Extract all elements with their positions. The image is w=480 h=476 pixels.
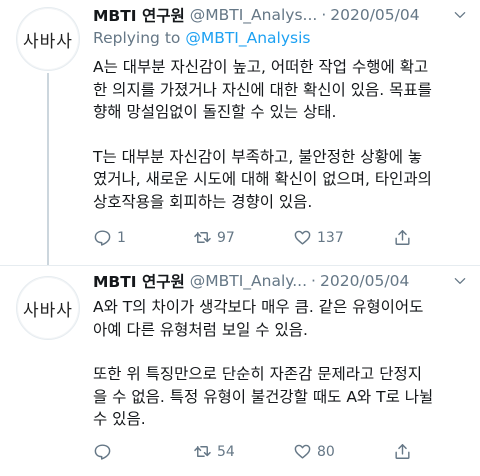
share-button[interactable] <box>393 442 417 461</box>
tweet-header: MBTI 연구원 @MBTI_Analy... · 2020/05/04 <box>93 269 468 293</box>
reply-button[interactable]: 1 <box>93 228 193 247</box>
tweet-header: MBTI 연구원 @MBTI_Analys... · 2020/05/04 <box>93 3 468 27</box>
avatar[interactable]: 사바사 <box>16 7 80 71</box>
retweet-count: 97 <box>217 229 235 246</box>
share-icon <box>395 444 410 459</box>
retweet-icon <box>194 446 211 457</box>
tweet-actions: 54 80 <box>93 442 453 461</box>
reply-icon <box>94 444 111 460</box>
heart-icon <box>294 444 311 459</box>
reply-button[interactable] <box>93 442 193 461</box>
like-button[interactable]: 80 <box>293 442 393 461</box>
tweet-date[interactable]: 2020/05/04 <box>320 272 409 290</box>
tweet-paragraph: A는 대부분 자신감이 높고, 어떠한 작업 수행에 확고 한 의지를 가졌거나… <box>93 58 432 121</box>
avatar[interactable]: 사바사 <box>16 276 80 340</box>
reply-icon <box>94 230 111 246</box>
tweet[interactable]: 사바사 MBTI 연구원 @MBTI_Analy... · 2020/05/04… <box>0 266 480 476</box>
author-name[interactable]: MBTI 연구원 <box>93 4 185 26</box>
header-separator: · <box>321 6 327 24</box>
replying-to: Replying to @MBTI_Analysis <box>93 29 311 47</box>
chevron-down-icon[interactable] <box>452 273 468 289</box>
like-count: 80 <box>317 443 335 460</box>
reply-count: 1 <box>117 229 126 246</box>
heart-icon <box>294 230 311 245</box>
replying-mention-link[interactable]: @MBTI_Analysis <box>185 29 310 47</box>
like-button[interactable]: 137 <box>293 228 393 247</box>
thread-connector-line <box>47 73 49 266</box>
tweet-text: A는 대부분 자신감이 높고, 어떠한 작업 수행에 확고 한 의지를 가졌거나… <box>93 56 463 213</box>
tweet-paragraph: T는 대부분 자신감이 부족하고, 불안정한 상황에 놓 였거나, 새로운 시도… <box>93 147 432 211</box>
replying-prefix: Replying to <box>93 29 181 47</box>
tweet[interactable]: 사바사 MBTI 연구원 @MBTI_Analys... · 2020/05/0… <box>0 0 480 266</box>
like-count: 137 <box>317 229 344 246</box>
header-separator: · <box>311 272 316 290</box>
tweet-text: A와 T의 차이가 생각보다 매우 큼. 같은 유형이어도 아예 다른 유형처럼… <box>93 296 463 431</box>
tweet-date[interactable]: 2020/05/04 <box>330 6 419 24</box>
tweet-paragraph: 또한 위 특징만으로 단순히 자존감 문제라고 단정지 을 수 없음. 특정 유… <box>93 365 434 428</box>
tweet-paragraph: A와 T의 차이가 생각보다 매우 큼. 같은 유형이어도 아예 다른 유형처럼… <box>93 298 424 339</box>
share-button[interactable] <box>393 228 417 247</box>
share-icon <box>395 230 410 245</box>
author-handle[interactable]: @MBTI_Analys... <box>190 6 318 24</box>
retweet-button[interactable]: 54 <box>193 442 293 461</box>
author-name[interactable]: MBTI 연구원 <box>93 270 185 292</box>
retweet-button[interactable]: 97 <box>193 228 293 247</box>
retweet-count: 54 <box>217 443 235 460</box>
chevron-down-icon[interactable] <box>452 7 468 23</box>
retweet-icon <box>194 232 211 243</box>
author-handle[interactable]: @MBTI_Analy... <box>190 272 307 290</box>
tweet-actions: 1 97 137 <box>93 228 453 247</box>
